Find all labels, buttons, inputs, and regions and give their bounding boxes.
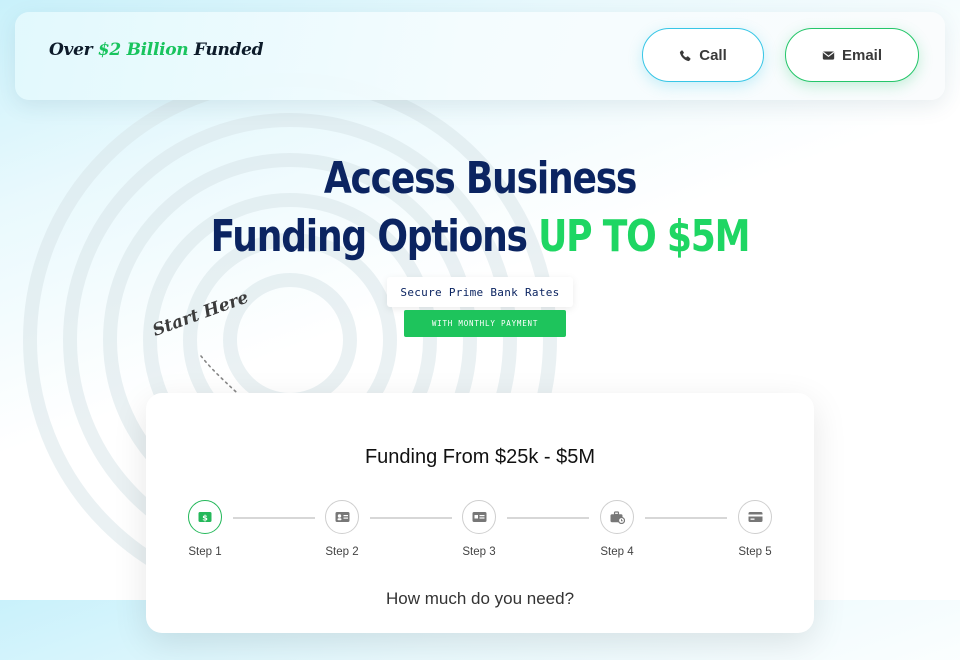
step-3-circle xyxy=(462,500,496,534)
step-4-label: Step 4 xyxy=(600,546,634,558)
step-1-label: Step 1 xyxy=(188,546,222,558)
email-button-label: Email xyxy=(841,46,883,64)
credit-card-icon xyxy=(748,512,762,522)
envelope-icon xyxy=(822,50,835,60)
logo-accent: $2 Billion xyxy=(97,40,189,60)
step-2-label: Step 2 xyxy=(325,546,359,558)
phone-icon xyxy=(680,49,691,61)
call-button[interactable]: Call xyxy=(642,28,764,82)
step-2[interactable]: Step 2 xyxy=(312,500,372,558)
credit-card-id-icon xyxy=(472,512,486,522)
funding-form-card: Funding From $25k - $5M $ Step 1 Step 2 … xyxy=(146,393,814,633)
hero-title: Access Business Funding Options UP TO $5… xyxy=(86,150,873,266)
dollar-bill-icon: $ xyxy=(198,512,212,522)
step-2-circle xyxy=(325,500,359,534)
svg-text:$: $ xyxy=(202,513,208,522)
prime-rates-badge: Secure Prime Bank Rates xyxy=(387,277,573,307)
hero-title-line1: Access Business xyxy=(323,153,638,204)
email-button[interactable]: Email xyxy=(785,28,919,82)
step-4-circle xyxy=(600,500,634,534)
step-5-circle xyxy=(738,500,772,534)
step-3[interactable]: Step 3 xyxy=(449,500,509,558)
step-connector xyxy=(507,517,589,519)
step-connector xyxy=(233,517,315,519)
logo[interactable]: Over $2 Billion Funded xyxy=(49,40,264,60)
step-connector xyxy=(645,517,727,519)
step-4[interactable]: Step 4 xyxy=(587,500,647,558)
form-title: Funding From $25k - $5M xyxy=(364,446,596,468)
briefcase-clock-icon xyxy=(610,510,625,524)
step-3-label: Step 3 xyxy=(462,546,496,558)
step-5[interactable]: Step 5 xyxy=(725,500,785,558)
logo-prefix: Over xyxy=(49,40,98,60)
step-5-label: Step 5 xyxy=(738,546,772,558)
amount-question: How much do you need? xyxy=(385,589,575,608)
step-1[interactable]: $ Step 1 xyxy=(175,500,235,558)
id-card-icon xyxy=(335,512,349,522)
call-button-label: Call xyxy=(699,46,727,64)
step-1-circle: $ xyxy=(188,500,222,534)
hero-title-line2: Funding Options UP TO $5M xyxy=(86,208,873,266)
hero-title-accent: UP TO $5M xyxy=(538,211,750,262)
step-connector xyxy=(370,517,452,519)
start-here-label: Start Here xyxy=(150,287,252,341)
logo-suffix: Funded xyxy=(188,40,264,60)
site-header: Over $2 Billion Funded Call Email xyxy=(15,12,945,100)
monthly-payment-badge: WITH MONTHLY PAYMENT xyxy=(404,310,566,337)
hero-title-line2-text: Funding Options xyxy=(210,211,539,262)
